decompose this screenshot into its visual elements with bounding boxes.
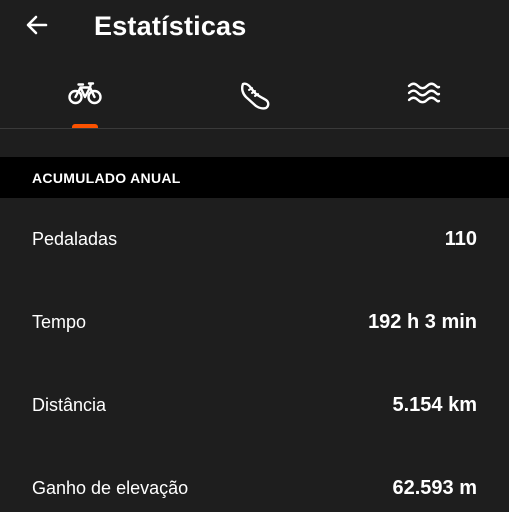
tab-run[interactable]: [205, 64, 305, 128]
stat-label: Distância: [32, 395, 107, 415]
tab-swim[interactable]: [374, 64, 474, 128]
stat-value: 192 h 3 min: [368, 311, 477, 333]
section-header: ACUMULADO ANUAL: [0, 157, 509, 198]
stat-row-time: Tempo 192 h 3 min: [0, 282, 509, 365]
active-tab-indicator: [72, 124, 98, 128]
stat-label: Pedaladas: [32, 229, 118, 249]
stat-value: 110: [444, 228, 477, 250]
stat-value: 62.593 m: [392, 477, 477, 499]
stat-value: 5.154 km: [392, 394, 477, 416]
sport-tabs: [0, 64, 509, 129]
stat-row-rides: Pedaladas 110: [0, 199, 509, 282]
app-header: Estatísticas: [0, 0, 509, 54]
section-title: ACUMULADO ANUAL: [32, 170, 181, 186]
back-button[interactable]: [22, 10, 52, 40]
waves-icon: [407, 82, 441, 104]
bike-icon: [68, 82, 102, 105]
page-title: Estatísticas: [94, 11, 247, 41]
statistics-screen: Estatísticas ACUMULADO ANUAL Pedaladas 1…: [0, 0, 509, 512]
stat-row-elevation: Ganho de elevação 62.593 m: [0, 448, 509, 512]
stat-row-distance: Distância 5.154 km: [0, 365, 509, 448]
arrow-left-icon: [26, 15, 48, 35]
shoe-icon: [241, 82, 270, 110]
stat-label: Ganho de elevação: [32, 478, 189, 498]
stat-label: Tempo: [32, 312, 87, 332]
tab-ride[interactable]: [35, 64, 135, 128]
